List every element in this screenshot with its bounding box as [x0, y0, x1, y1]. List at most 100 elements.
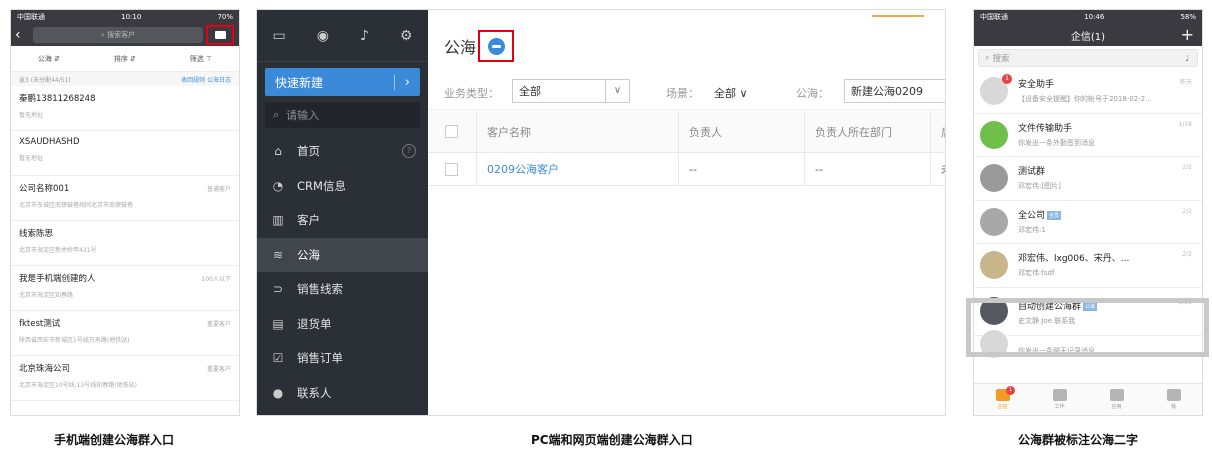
caption-right: 公海群被标注公海二字 [1018, 433, 1139, 447]
customer-name: 北京珠海公司 [19, 364, 71, 374]
chat-bubble-icon [488, 38, 505, 55]
scene-value: 全部 [714, 87, 736, 100]
filter-bar: 公海 ⇵ 排序 ⇵ 筛选 ⊤ [11, 46, 239, 72]
sidebar-top-icons: ▭ ◉ ♪ ⚙ [257, 10, 428, 62]
clock-label: 10:10 [121, 13, 142, 21]
quick-create-button[interactable]: 快速新建 › [265, 68, 420, 96]
create-group-chat-button[interactable] [478, 30, 514, 62]
sidebar-item-public-sea[interactable]: ≋ 公海 [257, 237, 428, 272]
checklist-icon: ☑ [272, 351, 284, 366]
biz-type-select[interactable]: 全部 ∨ [512, 79, 630, 103]
cube-icon [1109, 389, 1124, 401]
table-cell: -- [804, 153, 930, 185]
customer-row[interactable]: 公司名称001 北京市东城区南锣鼓巷胡同北京市南锣鼓巷 普通客户 [11, 176, 239, 221]
plus-icon[interactable]: + [1181, 24, 1194, 46]
sidebar-item-sales-leads[interactable]: ⊃ 销售线索 [257, 272, 428, 307]
battery-label: 70% [217, 13, 233, 21]
create-group-chat-button[interactable] [206, 25, 234, 45]
avatar [980, 207, 1008, 236]
filter-sea[interactable]: 公海 ⇵ [38, 54, 60, 64]
conversation-time: 1/18 [1178, 120, 1192, 128]
customer-name: 公司名称001 [19, 184, 70, 194]
sea-value: 新建公海0209 [851, 85, 923, 98]
building-icon: ▥ [272, 213, 284, 228]
conversation-item[interactable]: 文件传输助手 你发出一条外勤签到消息 1/18 [974, 114, 1202, 157]
conversation-title-text: 测试群 [1018, 167, 1046, 177]
conversation-item[interactable]: 测试群 邓宏伟:[图片] 2/2 [974, 157, 1202, 201]
sidebar-search-input[interactable]: ⌕ 请输入 [265, 102, 420, 128]
status-bar: 中国联通 10:46 58% [974, 10, 1202, 24]
customer-tag: 100人以下 [201, 276, 231, 283]
tab-work[interactable]: 工作 [1031, 384, 1088, 415]
column-header[interactable]: 负责人所在部门 [804, 111, 930, 152]
conversation-title-text: 安全助手 [1018, 80, 1055, 90]
sea-select[interactable]: 新建公海0209 [844, 79, 945, 103]
conversation-title: 全公司 全员 [1018, 208, 1062, 221]
tab-badge: 1 [1006, 386, 1015, 395]
conversation-item[interactable]: 邓宏伟、lxg006、宋丹、... 邓宏伟:fsdf 2/2 [974, 244, 1202, 288]
filter-sort[interactable]: 排序 ⇵ [114, 54, 136, 64]
conversation-title-text: 全公司 [1018, 210, 1046, 221]
tab-indicator [872, 15, 924, 17]
customer-row[interactable]: 北京珠海公司 北京市海淀区10号线;13号线知春路(地铁站) 重要客户 [11, 356, 239, 401]
conversation-item[interactable]: 1 安全助手 【设备安全提醒】你的帐号于2018-02-2... 昨天 [974, 70, 1202, 114]
customer-name-link[interactable]: 0209公海客户 [476, 153, 678, 185]
filter-bar: 业务类型： 全部 ∨ 场景： 全部 ∨ 公海： 新建公海0209 [428, 74, 945, 110]
customer-address: 北京市海淀区知春路 [19, 292, 74, 299]
column-header[interactable]: 负责人 [678, 111, 804, 152]
back-arrow-icon[interactable]: ‹ [15, 27, 33, 43]
message-search-input[interactable]: ⌕ 搜索 ♩ [978, 49, 1198, 67]
conversation-time: 2/2 [1182, 207, 1192, 215]
carrier-label: 中国联通 [17, 13, 45, 21]
home-icon: ⌂ [274, 144, 282, 159]
rule-log-links[interactable]: 收回规则 公海日志 [181, 75, 231, 84]
sidebar-item-home[interactable]: ⌂ 首页 ? [257, 134, 428, 169]
customer-row[interactable]: 秦鹏13811268248 暂无地址 [11, 86, 239, 131]
conversation-title-text: 邓宏伟、lxg006、宋丹、... [1018, 254, 1130, 264]
customer-row[interactable]: fktest测试 陕西省西安市新城区1号线万寿路(地铁站) 重要客户 [11, 311, 239, 356]
sidebar-item-label: 公海 [297, 247, 320, 262]
conversation-item[interactable]: 全公司 全员 邓宏伟:1 2/2 [974, 201, 1202, 244]
tab-me[interactable]: 我 [1145, 384, 1202, 415]
conversation-snippet: 【设备安全提醒】你的帐号于2018-02-2... [1018, 95, 1152, 103]
scene-select[interactable]: 全部 ∨ [714, 85, 748, 101]
customer-name: fktest测试 [19, 319, 61, 329]
nav-bar: 企信(1) + [974, 24, 1202, 46]
sidebar-item-sales-orders[interactable]: ☑ 销售订单 [257, 341, 428, 376]
sidebar-item-returns[interactable]: ▤ 退货单 [257, 307, 428, 342]
row-checkbox[interactable] [445, 162, 458, 176]
tab-messages[interactable]: 企信 1 [974, 384, 1031, 415]
customer-row[interactable]: XSAUDHASHD 暂无地址 [11, 131, 239, 176]
table-row[interactable]: 0209公海客户 -- -- 未 [428, 153, 945, 186]
sidebar-item-label: 首页 [297, 144, 320, 159]
bell-icon[interactable]: ♪ [360, 28, 369, 44]
customer-row[interactable]: 我是手机端创建的人 北京市海淀区知春路 100人以下 [11, 266, 239, 311]
customer-address: 暂无地址 [19, 155, 44, 162]
customer-row[interactable]: 线索陈思 北京市海淀区新虎桥甲421号 [11, 221, 239, 266]
gear-icon[interactable]: ⚙ [400, 28, 413, 44]
select-all-checkbox[interactable] [445, 125, 458, 138]
microphone-icon[interactable]: ♩ [1185, 54, 1189, 63]
sidebar-item-crm-info[interactable]: ◔ CRM信息 [257, 169, 428, 204]
column-header[interactable]: 后 [930, 111, 945, 152]
conversation-title: 安全助手 [1018, 77, 1054, 90]
quick-create-label: 快速新建 [275, 75, 324, 90]
help-icon[interactable]: ? [402, 144, 416, 159]
document-icon: ▤ [272, 316, 284, 331]
conversation-title: 文件传输助手 [1018, 121, 1072, 134]
pie-chart-icon: ◔ [272, 178, 284, 193]
customer-address: 北京市海淀区新虎桥甲421号 [19, 247, 97, 254]
filter-screen[interactable]: 筛选 ⊤ [190, 54, 212, 64]
monitor-icon[interactable]: ▭ [273, 28, 286, 44]
customer-search-input[interactable]: ⌕ 搜索客户 [33, 27, 203, 43]
page-title: 公海 [444, 38, 477, 57]
summary-count: 返3 (未分配44/51) [19, 76, 71, 84]
caption-left: 手机端创建公海群入口 [54, 433, 175, 447]
nav-bar: ‹ ⌕ 搜索客户 [11, 24, 239, 46]
dashboard-icon[interactable]: ◉ [317, 28, 329, 44]
column-header[interactable]: 客户名称 [476, 111, 678, 152]
sidebar-item-customer[interactable]: ▥ 客户 [257, 203, 428, 238]
battery-label: 58% [1180, 13, 1196, 21]
tab-apps[interactable]: 应用 [1088, 384, 1145, 415]
sidebar-item-contacts[interactable]: ● 联系人 [257, 376, 428, 411]
